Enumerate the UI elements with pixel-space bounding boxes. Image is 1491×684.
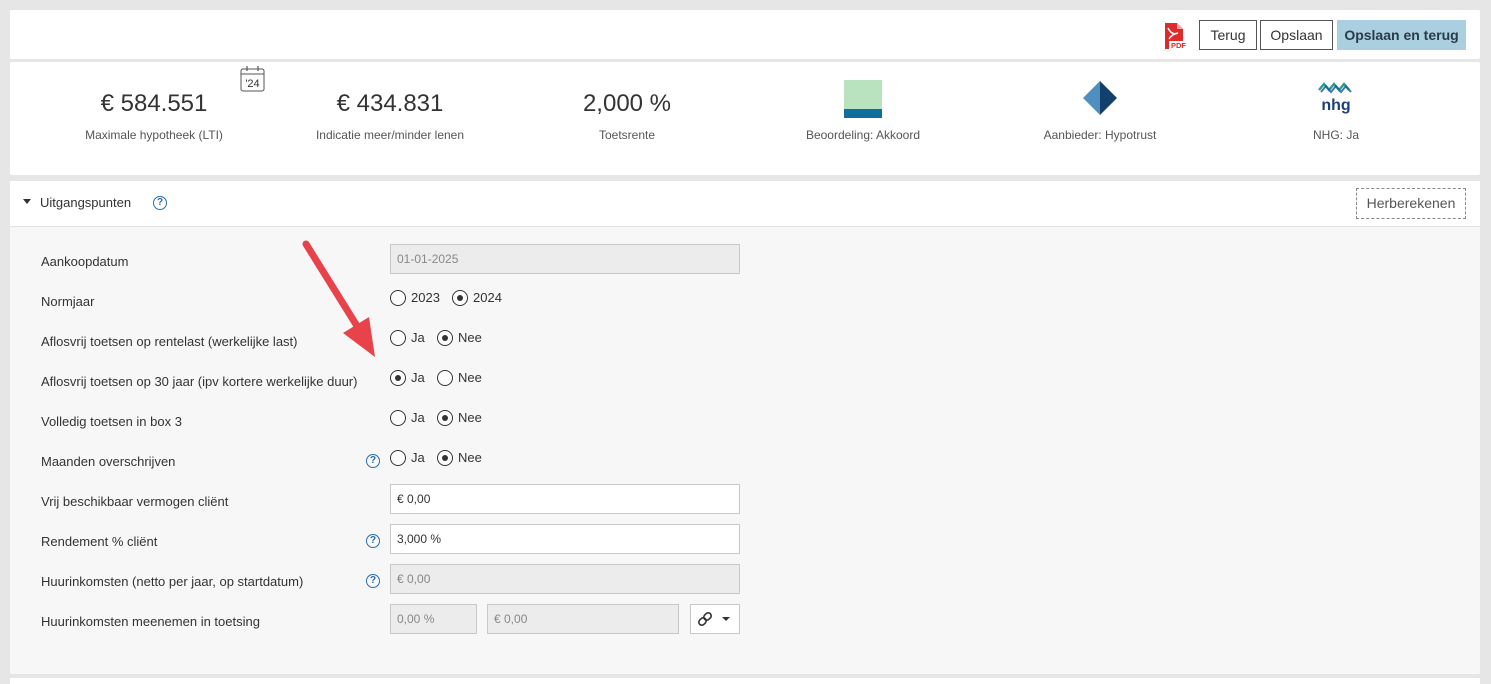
radio-label: Nee xyxy=(458,450,482,465)
link-dropdown-button[interactable] xyxy=(690,604,740,634)
hypotrust-logo-icon xyxy=(1083,81,1117,115)
radio-label: Nee xyxy=(458,370,482,385)
chevron-down-icon xyxy=(722,617,730,621)
toolbar: PDF Terug Opslaan Opslaan en terug xyxy=(10,10,1480,59)
kpi-value: 2,000 % xyxy=(582,90,672,117)
recalculate-button[interactable]: Herberekenen xyxy=(1356,188,1466,219)
radio-label: Nee xyxy=(458,330,482,345)
field-label: Vrij beschikbaar vermogen cliënt xyxy=(41,494,229,509)
row-free-assets: Vrij beschikbaar vermogen cliënt € 0,00 xyxy=(10,482,1480,522)
kpi-label: NHG: Ja xyxy=(1312,128,1359,142)
kpi-label: Indicatie meer/minder lenen xyxy=(315,128,465,142)
row-interest-only-30: Aflosvrij toetsen op 30 jaar (ipv korter… xyxy=(10,362,1480,402)
row-rental-in-test: Huurinkomsten meenemen in toetsing 0,00 … xyxy=(10,602,1480,642)
purchase-date-field[interactable]: 01-01-2025 xyxy=(390,244,740,274)
field-label: Maanden overschrijven xyxy=(41,454,176,469)
caret-down-icon[interactable] xyxy=(23,199,31,204)
radio-circle-checked[interactable] xyxy=(437,330,453,346)
return-pct-input[interactable]: 3,000 % xyxy=(390,524,740,554)
radio-label: Ja xyxy=(411,410,425,425)
save-button[interactable]: Opslaan xyxy=(1260,20,1333,50)
radio-label: 2024 xyxy=(473,290,502,305)
calendar-icon[interactable]: '24 xyxy=(240,65,265,92)
row-purchase-date: Aankoopdatum 01-01-2025 xyxy=(10,242,1480,282)
free-assets-input[interactable]: € 0,00 xyxy=(390,484,740,514)
radio-circle[interactable] xyxy=(390,450,406,466)
rental-pct-field[interactable]: 0,00 % xyxy=(390,604,477,634)
section-title[interactable]: Uitgangspunten xyxy=(40,195,131,210)
field-label: Aflosvrij toetsen op 30 jaar (ipv korter… xyxy=(41,374,358,389)
radio-label: Ja xyxy=(411,330,425,345)
radio-circle[interactable] xyxy=(390,330,406,346)
rental-income-field[interactable]: € 0,00 xyxy=(390,564,740,594)
field-label: Aflosvrij toetsen op rentelast (werkelij… xyxy=(41,334,298,349)
row-override-months: Maanden overschrijven ? Ja Nee xyxy=(10,442,1480,482)
field-label: Normjaar xyxy=(41,294,95,309)
assessment-status-icon xyxy=(844,80,882,118)
pdf-icon-text: PDF xyxy=(1171,41,1186,50)
radio-circle[interactable] xyxy=(390,290,406,306)
radio-label: Ja xyxy=(411,370,425,385)
field-label: Volledig toetsen in box 3 xyxy=(41,414,182,429)
nhg-logo-text: nhg xyxy=(1321,97,1350,114)
row-interest-only-actual: Aflosvrij toetsen op rentelast (werkelij… xyxy=(10,322,1480,362)
summary-panel: € 584.551 Maximale hypotheek (LTI) '24 €… xyxy=(10,62,1480,175)
kpi-label: Beoordeling: Akkoord xyxy=(805,128,921,142)
rental-amount-field[interactable]: € 0,00 xyxy=(487,604,679,634)
field-label: Rendement % cliënt xyxy=(41,534,158,549)
kpi-value: € 584.551 xyxy=(100,90,208,117)
radio-circle[interactable] xyxy=(390,410,406,426)
field-label: Huurinkomsten (netto per jaar, op startd… xyxy=(41,574,304,589)
radio-label: Nee xyxy=(458,410,482,425)
kpi-value: € 434.831 xyxy=(336,90,444,117)
save-and-back-button[interactable]: Opslaan en terug xyxy=(1337,20,1466,50)
radio-circle-checked[interactable] xyxy=(437,450,453,466)
radio-circle[interactable] xyxy=(437,370,453,386)
kpi-label: Aanbieder: Hypotrust xyxy=(1043,128,1157,142)
help-icon[interactable]: ? xyxy=(366,534,380,548)
section-header[interactable]: Uitgangspunten ? Herberekenen xyxy=(10,181,1480,227)
help-icon[interactable]: ? xyxy=(366,574,380,588)
radio-label: 2023 xyxy=(411,290,440,305)
field-label: Huurinkomsten meenemen in toetsing xyxy=(41,614,260,629)
link-icon xyxy=(698,612,730,626)
pdf-file-icon[interactable]: PDF xyxy=(1160,22,1188,50)
next-panel-edge xyxy=(10,678,1480,684)
help-icon[interactable]: ? xyxy=(153,196,167,210)
nhg-logo-icon: nhg xyxy=(1318,82,1352,114)
help-icon[interactable]: ? xyxy=(366,454,380,468)
back-button[interactable]: Terug xyxy=(1199,20,1257,50)
kpi-label: Maximale hypotheek (LTI) xyxy=(85,128,223,142)
row-box3: Volledig toetsen in box 3 Ja Nee xyxy=(10,402,1480,442)
radio-circle-checked[interactable] xyxy=(452,290,468,306)
calendar-badge-text: '24 xyxy=(245,78,259,90)
radio-label: Ja xyxy=(411,450,425,465)
settings-section: Uitgangspunten ? Herberekenen Aankoopdat… xyxy=(10,181,1480,674)
field-label: Aankoopdatum xyxy=(41,254,129,269)
kpi-label: Toetsrente xyxy=(598,128,656,142)
radio-circle-checked[interactable] xyxy=(390,370,406,386)
radio-circle-checked[interactable] xyxy=(437,410,453,426)
row-norm-year: Normjaar 2023 2024 xyxy=(10,282,1480,322)
row-rental-income: Huurinkomsten (netto per jaar, op startd… xyxy=(10,562,1480,602)
row-return-pct: Rendement % cliënt ? 3,000 % xyxy=(10,522,1480,562)
